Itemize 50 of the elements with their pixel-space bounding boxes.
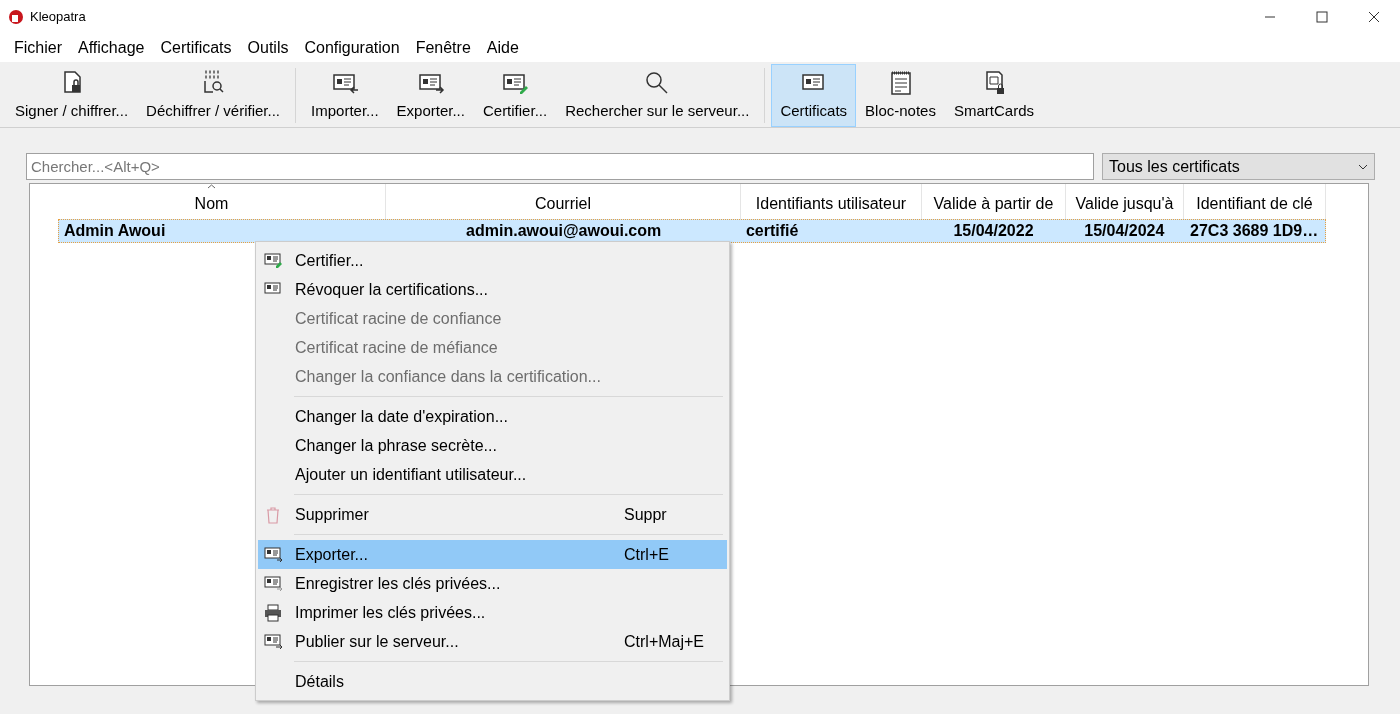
menu-bar-item[interactable]: Certificats bbox=[152, 32, 240, 63]
close-icon[interactable] bbox=[1368, 10, 1380, 23]
context-menu-item[interactable]: Enregistrer les clés privées... bbox=[258, 569, 727, 598]
shortcut-label: Ctrl+Maj+E bbox=[624, 631, 706, 652]
toolbar-button[interactable]: Exporter... bbox=[387, 64, 474, 127]
context-menu-item[interactable]: Changer la phrase secrète... bbox=[258, 431, 727, 460]
search-field[interactable]: Chercher...<Alt+Q> bbox=[26, 153, 1094, 180]
toolbar-button[interactable]: Importer... bbox=[302, 64, 388, 127]
printer-icon bbox=[264, 603, 283, 622]
context-menu-item[interactable]: Supprimer Suppr bbox=[258, 500, 727, 529]
table-cell-text: 15/04/2022 bbox=[952, 221, 1035, 241]
context-menu-item[interactable]: Détails bbox=[258, 667, 727, 696]
menu-bar-item[interactable]: Fenêtre bbox=[407, 32, 479, 63]
table-row[interactable]: Admin Awoui admin.awoui@awoui.com certifié 15/04/2022 15/04/2024 27C3 3689 1D9… bbox=[58, 219, 1326, 243]
table-cell-text: Admin Awoui bbox=[63, 221, 167, 241]
filter-dropdown[interactable]: Tous les certificats bbox=[1102, 153, 1375, 180]
context-menu-item[interactable]: Certifier... bbox=[258, 246, 727, 275]
menu-bar-item[interactable]: Affichage bbox=[70, 32, 153, 63]
sort-ascending-icon bbox=[207, 184, 216, 189]
certificate-upload-icon bbox=[264, 632, 283, 651]
table-cell-text: admin.awoui@awoui.com bbox=[465, 221, 663, 241]
table-cell-text: 15/04/2024 bbox=[1083, 221, 1166, 241]
certificate-export-icon bbox=[264, 574, 283, 593]
certificate-export-icon bbox=[264, 545, 283, 564]
toolbar-button[interactable]: Bloc-notes bbox=[856, 64, 945, 127]
toolbar-button[interactable]: SmartCards bbox=[944, 64, 1043, 127]
table-cell-text: 27C3 3689 1D9… bbox=[1189, 221, 1320, 241]
context-menu-item[interactable]: Imprimer les clés privées... bbox=[258, 598, 727, 627]
context-menu-item[interactable]: Exporter... Ctrl+E bbox=[258, 540, 727, 569]
toolbar-button[interactable]: Certifier... bbox=[473, 64, 557, 127]
menu-bar-item[interactable]: Outils bbox=[239, 32, 297, 63]
certificate-pen-icon bbox=[264, 251, 283, 270]
menu-bar-item[interactable]: Fichier bbox=[6, 32, 70, 63]
menu-bar-item[interactable]: Aide bbox=[478, 32, 527, 63]
menu-bar-item[interactable]: Configuration bbox=[296, 32, 408, 63]
toolbar-button[interactable]: Signer / chiffrer... bbox=[6, 64, 138, 127]
shortcut-label: Ctrl+E bbox=[624, 544, 670, 565]
toolbar-button[interactable]: Rechercher sur le serveur... bbox=[556, 64, 759, 127]
app-logo-icon bbox=[8, 8, 24, 25]
window-title: Kleopatra bbox=[30, 7, 86, 26]
context-menu-item[interactable]: Changer la date d'expiration... bbox=[258, 402, 727, 431]
context-menu-item[interactable]: Publier sur le serveur... Ctrl+Maj+E bbox=[258, 627, 727, 656]
context-menu-item[interactable]: Révoquer la certifications... bbox=[258, 275, 727, 304]
toolbar-button[interactable]: Certificats bbox=[771, 64, 857, 127]
table-cell-text: certifié bbox=[744, 221, 800, 241]
maximize-icon[interactable] bbox=[1316, 10, 1328, 23]
context-menu-item[interactable]: Ajouter un identifiant utilisateur... bbox=[258, 460, 727, 489]
toolbar-button[interactable]: Déchiffrer / vérifier... bbox=[137, 64, 290, 127]
shortcut-label: Suppr bbox=[624, 504, 668, 525]
chevron-down-icon bbox=[1358, 163, 1368, 170]
